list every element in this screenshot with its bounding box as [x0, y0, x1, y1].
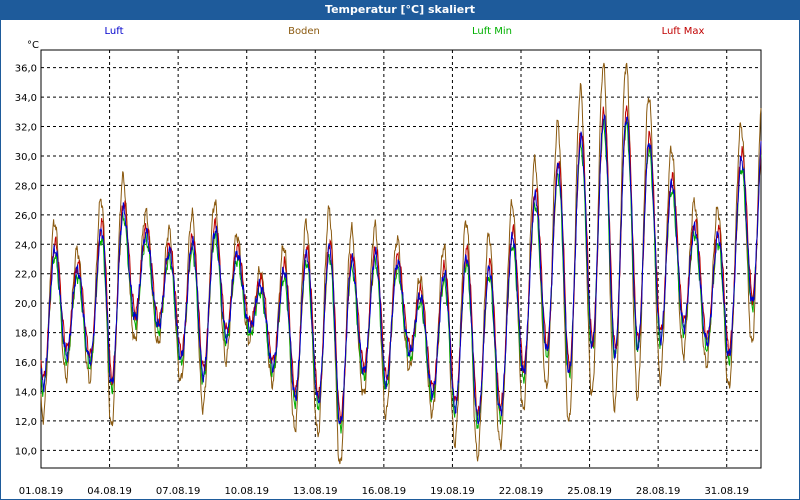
y-tick-label: 28,0: [15, 181, 37, 192]
x-tick-label: 25.08.19: [567, 486, 612, 497]
legend-entry-boden: Boden: [288, 26, 320, 37]
plot-area: [40, 49, 762, 469]
legend-entry-luft: Luft: [105, 26, 124, 37]
x-tick-label: 28.08.19: [636, 486, 681, 497]
chart-window-title: Temperatur [°C] skaliert: [0, 0, 800, 20]
x-tick-label: 16.08.19: [362, 486, 407, 497]
y-tick-label: 34,0: [15, 93, 37, 104]
y-tick-label: 36,0: [15, 64, 37, 75]
y-tick-label: 24,0: [15, 240, 37, 251]
y-tick-label: 22,0: [15, 270, 37, 281]
temperature-line-chart: Luft Boden Luft Min Luft Max °C 10,0 12,0 14,…: [15, 26, 762, 497]
y-tick-label: 10,0: [15, 446, 37, 457]
x-tick-label: 10.08.19: [224, 486, 269, 497]
y-tick-label: 14,0: [15, 387, 37, 398]
y-tick-label: 12,0: [15, 417, 37, 428]
x-tick-label: 22.08.19: [499, 486, 544, 497]
x-tick-label: 07.08.19: [156, 486, 201, 497]
y-tick-label: 26,0: [15, 211, 37, 222]
x-axis-ticks: 01.08.19 04.08.19 07.08.19 10.08.19 13.08.19…: [19, 486, 749, 497]
chart-frame: Luft Boden Luft Min Luft Max °C 10,0 12,0 14,…: [0, 20, 800, 500]
y-axis-ticks: 10,0 12,0 14,0 16,0 18,0 20,0 22,0 24,0 26,0 28,0…: [15, 64, 37, 458]
x-tick-label: 19.08.19: [430, 486, 475, 497]
y-tick-label: 18,0: [15, 329, 37, 340]
y-tick-label: 32,0: [15, 123, 37, 134]
y-tick-label: 30,0: [15, 152, 37, 163]
x-tick-label: 01.08.19: [19, 486, 64, 497]
legend-entry-luft-max: Luft Max: [662, 26, 705, 37]
y-tick-label: 20,0: [15, 299, 37, 310]
x-tick-label: 31.08.19: [704, 486, 749, 497]
x-tick-label: 04.08.19: [87, 486, 132, 497]
x-tick-label: 13.08.19: [293, 486, 338, 497]
chart-legend: Luft Boden Luft Min Luft Max: [105, 26, 705, 37]
y-tick-label: 16,0: [15, 358, 37, 369]
legend-entry-luft-min: Luft Min: [472, 26, 512, 37]
y-axis-unit-label: °C: [27, 40, 39, 51]
